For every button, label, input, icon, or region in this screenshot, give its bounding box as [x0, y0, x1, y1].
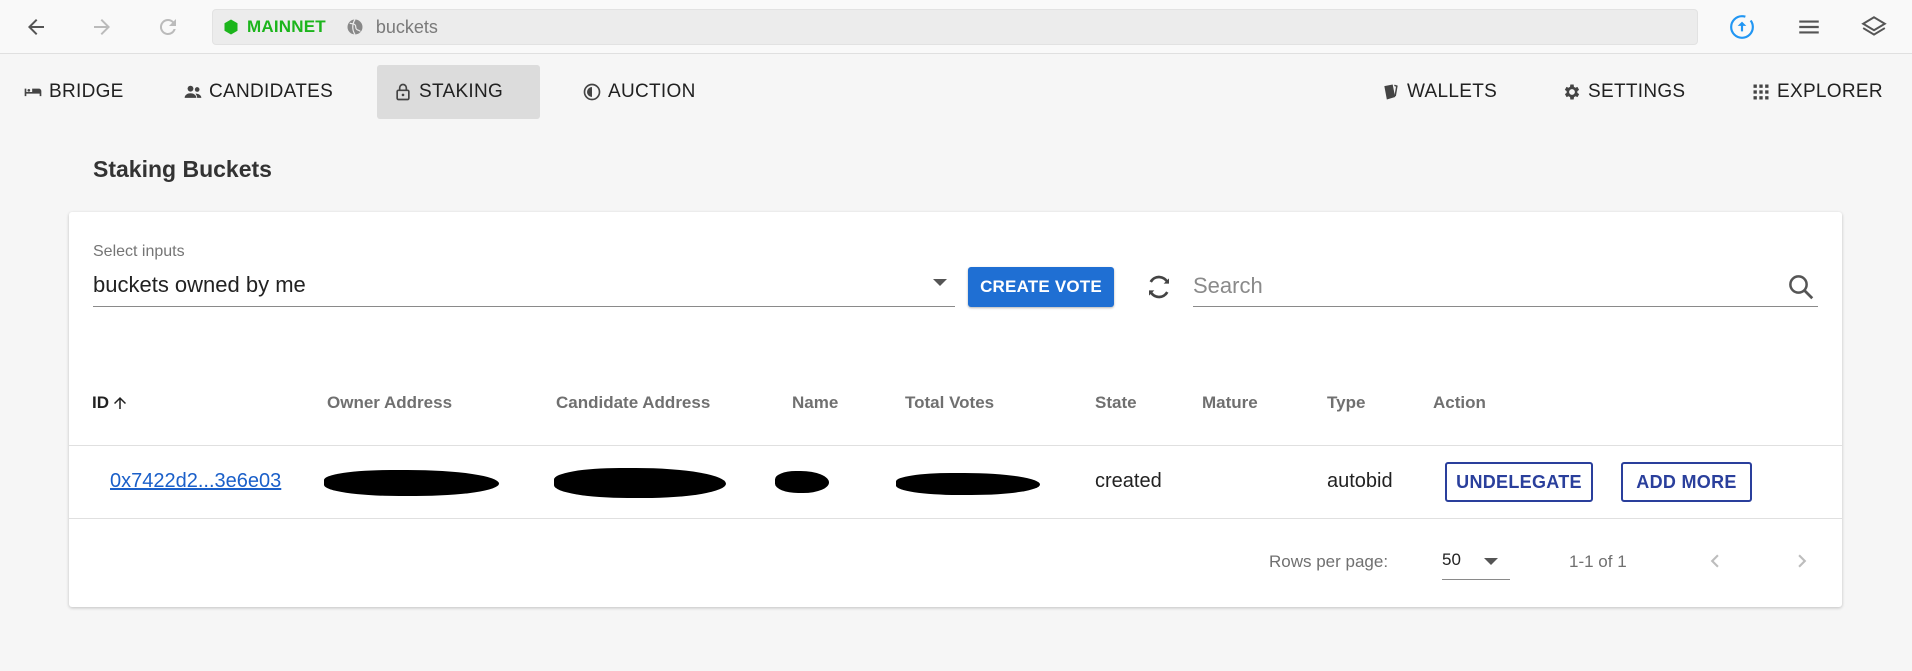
- bucket-id-link[interactable]: 0x7422d2...3e6e03: [110, 470, 281, 493]
- nav-bridge[interactable]: BRIDGE: [7, 65, 140, 119]
- buckets-card: Select inputs buckets owned by me CREATE…: [69, 212, 1842, 607]
- chevron-left-icon: [1710, 554, 1719, 568]
- select-inputs-label: Select inputs: [93, 243, 185, 260]
- column-header-name[interactable]: Name: [792, 393, 838, 413]
- address-bar[interactable]: MAINNET buckets: [212, 9, 1698, 45]
- dropdown-arrow-icon: [1484, 558, 1498, 565]
- column-header-type[interactable]: Type: [1327, 393, 1365, 413]
- dropdown-arrow-icon: [933, 279, 947, 286]
- column-header-id-label: ID: [92, 393, 109, 412]
- nav-auction-label: AUCTION: [608, 81, 696, 102]
- nav-candidates-label: CANDIDATES: [209, 81, 334, 102]
- bridge-icon: [24, 88, 42, 97]
- url-text: buckets: [375, 16, 438, 37]
- select-inputs-dropdown[interactable]: buckets owned by me: [93, 266, 955, 307]
- column-header-total-votes[interactable]: Total Votes: [905, 393, 994, 413]
- create-vote-button[interactable]: CREATE VOTE: [968, 267, 1114, 307]
- lock-icon: [396, 83, 410, 101]
- upload-button[interactable]: [1726, 11, 1758, 43]
- bucket-type: autobid: [1327, 470, 1393, 492]
- network-badge: MAINNET: [223, 17, 326, 37]
- grid-icon: [1753, 84, 1769, 100]
- layers-icon: [1861, 16, 1887, 36]
- column-header-state[interactable]: State: [1095, 393, 1137, 413]
- reload-icon: [159, 18, 176, 35]
- nav-settings[interactable]: SETTINGS: [1546, 65, 1701, 119]
- arrow-left-icon: [28, 19, 44, 35]
- globe-icon: [347, 19, 363, 35]
- upload-circle-icon: [1730, 15, 1754, 39]
- rows-per-page-select[interactable]: 50: [1442, 542, 1510, 580]
- sort-arrow-up-icon: [114, 397, 126, 409]
- network-label: MAINNET: [247, 17, 326, 36]
- column-header-candidate-address[interactable]: Candidate Address: [556, 393, 710, 413]
- wallet-icon: [1384, 84, 1398, 100]
- rows-per-page-value: 50: [1442, 550, 1461, 569]
- row-divider: [69, 518, 1842, 519]
- browser-toolbar: MAINNET buckets: [0, 0, 1912, 54]
- forward-button[interactable]: [85, 10, 119, 44]
- rows-per-page-label: Rows per page:: [1269, 552, 1389, 571]
- refresh-icon: [1149, 275, 1169, 299]
- app-navigation: BRIDGE CANDIDATES STAKING AUCTION WALLET…: [0, 55, 1912, 129]
- back-button[interactable]: [19, 10, 53, 44]
- column-header-action: Action: [1433, 393, 1486, 412]
- pagination-range: 1-1 of 1: [1569, 552, 1627, 571]
- nav-explorer-label: EXPLORER: [1777, 81, 1883, 102]
- header-divider: [69, 445, 1842, 446]
- select-inputs-value: buckets owned by me: [93, 272, 306, 297]
- refresh-button[interactable]: [1141, 269, 1177, 305]
- arrow-right-icon: [94, 19, 110, 35]
- nav-explorer[interactable]: EXPLORER: [1735, 65, 1899, 119]
- people-icon: [184, 85, 202, 98]
- nav-bridge-label: BRIDGE: [49, 81, 124, 102]
- reload-button[interactable]: [151, 10, 185, 44]
- redacted-owner-address: [324, 470, 499, 496]
- column-header-id[interactable]: ID: [92, 393, 129, 413]
- hexagon-icon: [224, 19, 238, 35]
- menu-button[interactable]: [1793, 11, 1825, 43]
- nav-wallets-label: WALLETS: [1407, 81, 1498, 102]
- add-more-button[interactable]: ADD MORE: [1621, 462, 1752, 502]
- hamburger-menu-icon: [1799, 20, 1819, 34]
- gear-icon: [1564, 84, 1580, 100]
- nav-staking-label: STAKING: [419, 81, 504, 102]
- nav-wallets[interactable]: WALLETS: [1365, 65, 1513, 119]
- previous-page-button[interactable]: [1700, 546, 1730, 576]
- column-header-mature[interactable]: Mature: [1202, 393, 1258, 413]
- nav-candidates[interactable]: CANDIDATES: [167, 65, 349, 119]
- nav-auction[interactable]: AUCTION: [566, 65, 712, 119]
- nav-staking[interactable]: STAKING: [377, 65, 540, 119]
- undelegate-button[interactable]: UNDELEGATE: [1445, 462, 1593, 502]
- search-field[interactable]: [1193, 266, 1818, 307]
- column-header-owner-address[interactable]: Owner Address: [327, 393, 452, 413]
- search-icon[interactable]: [1786, 272, 1816, 302]
- layers-button[interactable]: [1858, 11, 1890, 43]
- redacted-total-votes: [896, 473, 1040, 495]
- search-input[interactable]: [1193, 270, 1753, 302]
- chevron-right-icon: [1798, 554, 1807, 568]
- next-page-button[interactable]: [1787, 546, 1817, 576]
- page-title: Staking Buckets: [93, 156, 272, 182]
- nav-settings-label: SETTINGS: [1588, 81, 1686, 102]
- redacted-candidate-address: [554, 468, 726, 498]
- auction-icon: [583, 83, 601, 101]
- bucket-state: created: [1095, 470, 1162, 492]
- redacted-name: [775, 471, 829, 493]
